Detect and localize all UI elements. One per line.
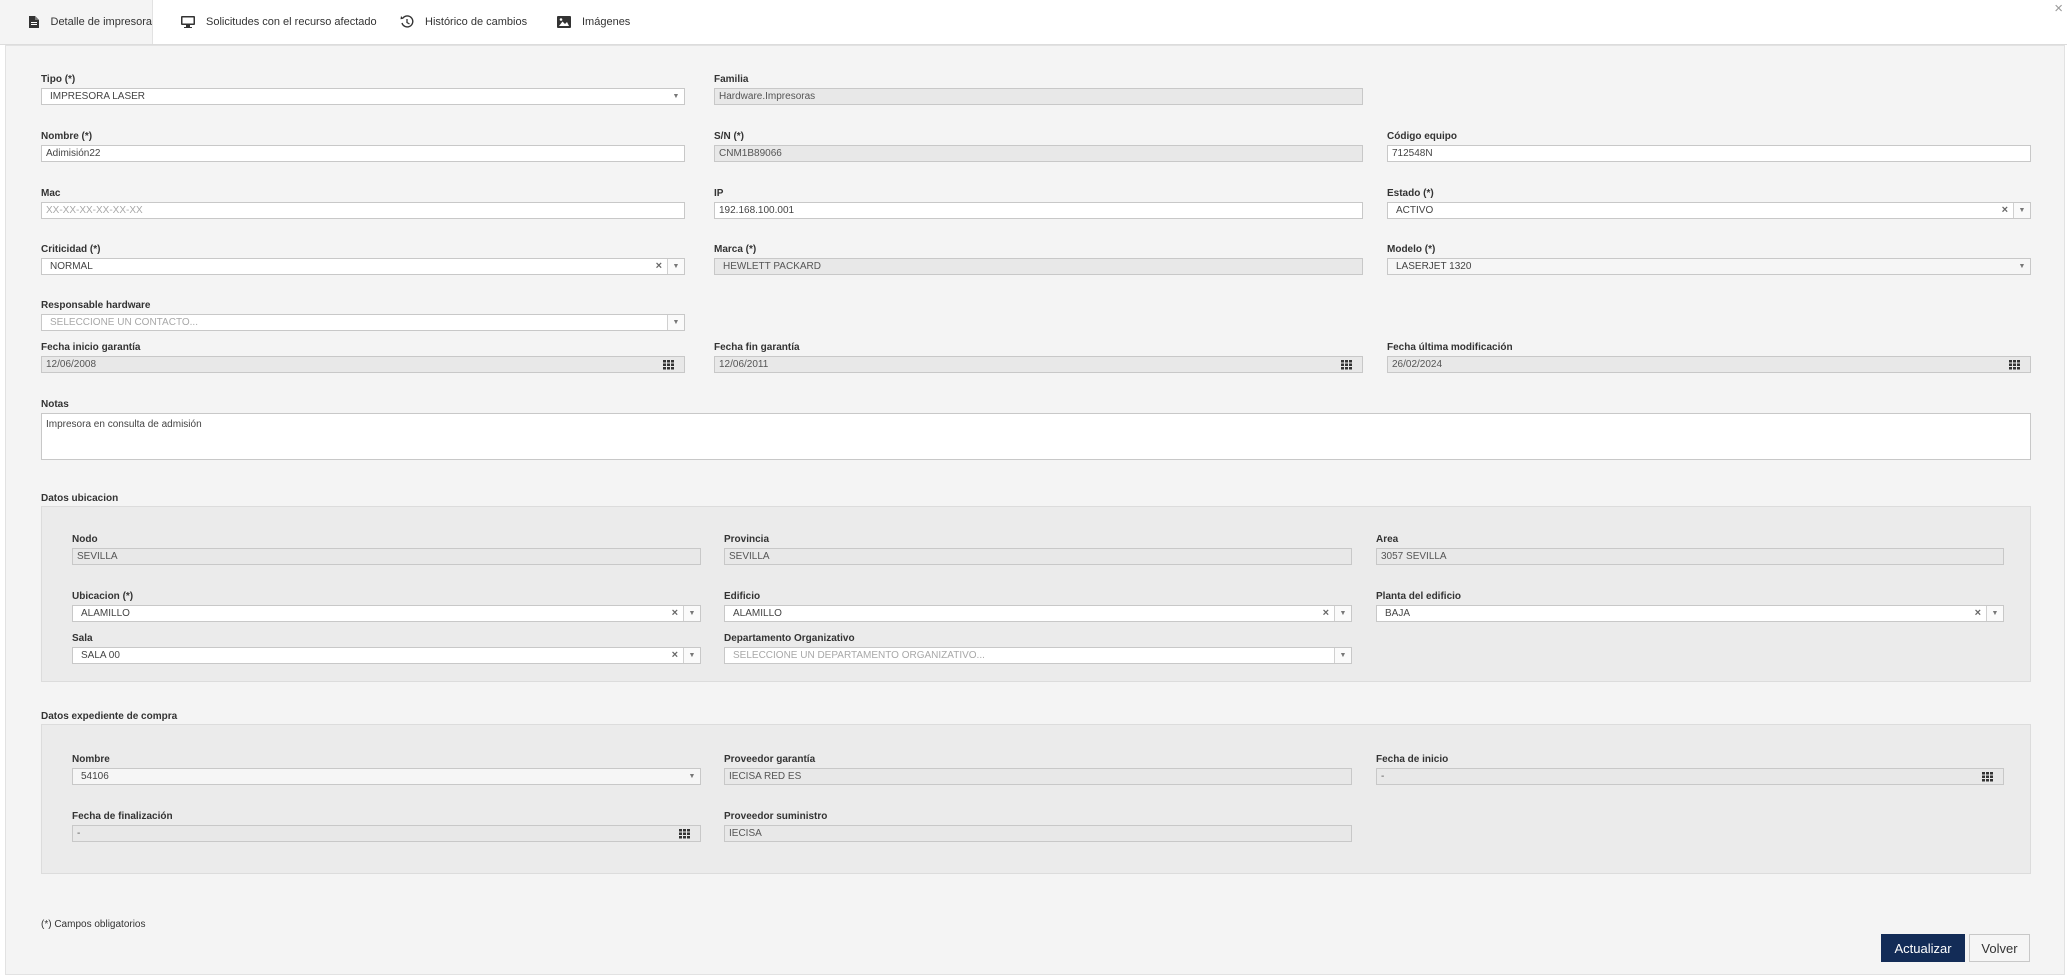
clear-icon[interactable]: × bbox=[1975, 606, 1981, 621]
tab-label: Imágenes bbox=[582, 16, 631, 28]
required-fields-note: (*) Campos obligatorios bbox=[41, 919, 146, 930]
chevron-down-icon: ▼ bbox=[688, 773, 696, 780]
provincia-input[interactable]: SEVILLA bbox=[724, 548, 1352, 565]
chevron-down-icon[interactable]: ▼ bbox=[667, 259, 684, 274]
tab-label: Histórico de cambios bbox=[425, 16, 528, 28]
tab-solicitudes[interactable]: Solicitudes con el recurso afectado bbox=[180, 0, 377, 44]
estado-select[interactable]: ACTIVO × ▼ bbox=[1387, 202, 2031, 219]
volver-button[interactable]: Volver bbox=[1969, 934, 2030, 962]
marca-select[interactable]: HEWLETT PACKARD bbox=[714, 258, 1363, 275]
chevron-down-icon[interactable]: ▼ bbox=[683, 648, 700, 663]
section-title-compra: Datos expediente de compra bbox=[41, 711, 178, 722]
clear-icon[interactable]: × bbox=[656, 259, 662, 274]
fecha-inicio-input[interactable]: - bbox=[1376, 768, 2004, 785]
compra-box bbox=[41, 724, 2031, 874]
calendar-icon[interactable] bbox=[652, 357, 684, 372]
calendar-icon[interactable] bbox=[1330, 357, 1362, 372]
image-icon bbox=[556, 14, 572, 30]
tab-detalle-impresora[interactable]: Detalle de impresora bbox=[0, 0, 153, 44]
tab-label: Solicitudes con el recurso afectado bbox=[206, 16, 377, 28]
tab-bar: Detalle de impresora Solicitudes con el … bbox=[0, 0, 2067, 45]
notas-textarea[interactable]: Impresora en consulta de admisión bbox=[41, 413, 2031, 460]
sala-select[interactable]: SALA 00 × ▼ bbox=[72, 647, 701, 664]
document-icon bbox=[27, 14, 41, 30]
clear-icon[interactable]: × bbox=[672, 606, 678, 621]
chevron-down-icon: ▼ bbox=[2018, 263, 2026, 270]
ubicacion-select[interactable]: ALAMILLO × ▼ bbox=[72, 605, 701, 622]
tab-imagenes[interactable]: Imágenes bbox=[556, 0, 630, 44]
calendar-icon[interactable] bbox=[668, 826, 700, 841]
calendar-icon[interactable] bbox=[1998, 357, 2030, 372]
familia-input[interactable]: Hardware.Impresoras bbox=[714, 88, 1363, 105]
ip-input[interactable]: 192.168.100.001 bbox=[714, 202, 1363, 219]
tab-label: Detalle de impresora bbox=[50, 16, 153, 28]
departamento-organizativo-select[interactable]: SELECCIONE UN DEPARTAMENTO ORGANIZATIVO.… bbox=[724, 647, 1352, 664]
nodo-input[interactable]: SEVILLA bbox=[72, 548, 701, 565]
area-input[interactable]: 3057 SEVILLA bbox=[1376, 548, 2004, 565]
edificio-select[interactable]: ALAMILLO × ▼ bbox=[724, 605, 1352, 622]
criticidad-select[interactable]: NORMAL × ▼ bbox=[41, 258, 685, 275]
clear-icon[interactable]: × bbox=[672, 648, 678, 663]
chevron-down-icon[interactable]: ▼ bbox=[1986, 606, 2003, 621]
mac-input[interactable]: XX-XX-XX-XX-XX-XX bbox=[41, 202, 685, 219]
proveedor-suministro-input[interactable]: IECISA bbox=[724, 825, 1352, 842]
fecha-ultima-modificacion-input[interactable]: 26/02/2024 bbox=[1387, 356, 2031, 373]
clear-icon[interactable]: × bbox=[2002, 203, 2008, 218]
chevron-down-icon[interactable]: ▼ bbox=[1334, 606, 1351, 621]
responsable-select[interactable]: SELECCIONE UN CONTACTO... ▼ bbox=[41, 314, 685, 331]
monitor-icon bbox=[180, 14, 196, 30]
chevron-down-icon[interactable]: ▼ bbox=[2013, 203, 2030, 218]
close-icon[interactable]: × bbox=[2054, 0, 2063, 18]
planta-edificio-select[interactable]: BAJA × ▼ bbox=[1376, 605, 2004, 622]
chevron-down-icon: ▼ bbox=[672, 93, 680, 100]
modelo-select[interactable]: LASERJET 1320 ▼ bbox=[1387, 258, 2031, 275]
history-icon bbox=[399, 14, 415, 30]
clear-icon[interactable]: × bbox=[1323, 606, 1329, 621]
calendar-icon[interactable] bbox=[1971, 769, 2003, 784]
chevron-down-icon[interactable]: ▼ bbox=[683, 606, 700, 621]
chevron-down-icon[interactable]: ▼ bbox=[1334, 648, 1351, 663]
section-title-ubicacion: Datos ubicacion bbox=[41, 493, 119, 504]
form-panel: Tipo (*) IMPRESORA LASER ▼ Familia Hardw… bbox=[5, 45, 2065, 975]
tipo-select[interactable]: IMPRESORA LASER ▼ bbox=[41, 88, 685, 105]
nombre-input[interactable]: Adimisión22 bbox=[41, 145, 685, 162]
proveedor-garantia-input[interactable]: IECISA RED ES bbox=[724, 768, 1352, 785]
tab-historico[interactable]: Histórico de cambios bbox=[399, 0, 527, 44]
sn-input[interactable]: CNM1B89066 bbox=[714, 145, 1363, 162]
codigo-equipo-input[interactable]: 712548N bbox=[1387, 145, 2031, 162]
actualizar-button[interactable]: Actualizar bbox=[1881, 934, 1965, 962]
fecha-fin-garantia-input[interactable]: 12/06/2011 bbox=[714, 356, 1363, 373]
fecha-inicio-garantia-input[interactable]: 12/06/2008 bbox=[41, 356, 685, 373]
fecha-finalizacion-input[interactable]: - bbox=[72, 825, 701, 842]
chevron-down-icon[interactable]: ▼ bbox=[667, 315, 684, 330]
compra-nombre-select[interactable]: 54106 ▼ bbox=[72, 768, 701, 785]
